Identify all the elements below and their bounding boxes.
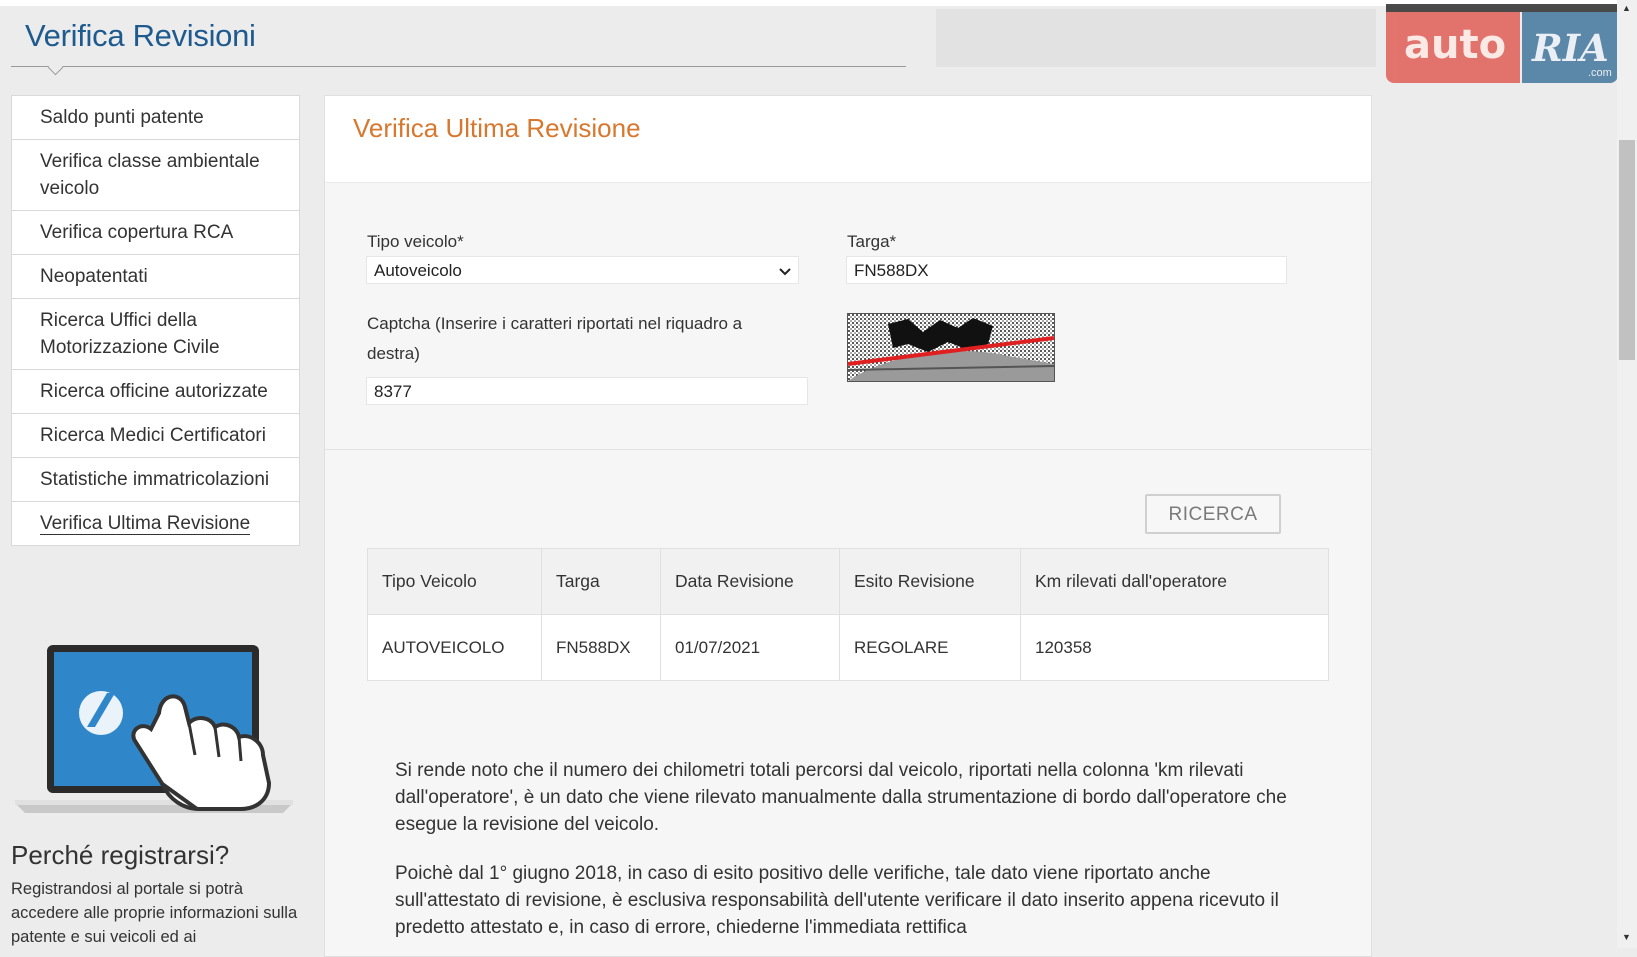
cell-targa: FN588DX [541,614,661,681]
sidebar-menu: Saldo punti patente Verifica classe ambi… [11,95,300,546]
site-title: Verifica Revisioni [25,18,256,53]
attestato-note-paragraph: Poichè dal 1° giugno 2018, in caso di es… [395,863,1279,938]
page-title: Verifica Ultima Revisione [353,113,641,143]
sidebar: Saldo punti patente Verifica classe ambi… [11,95,300,946]
watermark-right-text: RIA [1532,26,1609,70]
sidebar-item-label: Verifica copertura RCA [40,222,234,243]
sidebar-item-medici[interactable]: Ricerca Medici Certificatori [12,414,299,458]
sidebar-item-label: Statistiche immatricolazioni [40,469,270,490]
main-panel: Verifica Ultima Revisione Tipo veicolo* … [324,95,1372,957]
sidebar-item-saldo-punti[interactable]: Saldo punti patente [12,96,299,140]
targa-value: FN588DX [854,261,929,280]
laptop-hand-illustration [15,645,293,813]
sidebar-item-neopatentati[interactable]: Neopatentati [12,255,299,299]
sidebar-item-label: Ricerca officine autorizzate [40,381,268,402]
sidebar-item-copertura-rca[interactable]: Verifica copertura RCA [12,211,299,255]
watermark-suffix: .com [1588,67,1612,79]
sidebar-item-ultima-revisione[interactable]: Verifica Ultima Revisione [12,502,299,545]
watermark-left: auto [1386,12,1520,83]
targa-label: Targa* [847,232,897,251]
form-divider [325,449,1371,450]
title-notch [47,59,64,76]
captcha-image [847,313,1055,382]
cell-esito-revisione: REGOLARE [839,614,1021,681]
watermark-logo: auto RIA .com [1386,4,1618,83]
table-row: AUTOVEICOLO FN588DX 01/07/2021 REGOLARE … [367,614,1329,681]
scroll-down-arrow-icon[interactable]: ▼ [1622,932,1631,942]
page-header: Verifica Revisioni [0,0,920,92]
table-header-row: Tipo Veicolo Targa Data Revisione Esito … [367,548,1329,615]
main-header: Verifica Ultima Revisione [325,96,1371,183]
results-table: Tipo Veicolo Targa Data Revisione Esito … [367,548,1329,681]
captcha-value: 8377 [374,382,412,401]
col-tipo-veicolo: Tipo Veicolo [367,548,542,615]
sidebar-item-label: Saldo punti patente [40,107,204,128]
scroll-up-arrow-icon[interactable]: ▲ [1622,3,1631,13]
watermark-bar [1386,4,1618,12]
captcha-label: Captcha (Inserire i caratteri riportati … [367,314,743,363]
tipo-veicolo-label: Tipo veicolo* [367,232,464,251]
watermark-left-text: auto [1404,22,1507,68]
chevron-down-icon [779,268,791,276]
sidebar-item-classe-ambientale[interactable]: Verifica classe ambientale veicolo [12,140,299,211]
why-register-title: Perché registrarsi? [11,840,230,870]
col-km-rilevati: Km rilevati dall'operatore [1020,548,1329,615]
search-button[interactable]: RICERCA [1145,494,1281,534]
banner-placeholder [936,9,1376,67]
sidebar-item-label: Verifica Ultima Revisione [40,513,251,535]
targa-input[interactable]: FN588DX [846,256,1287,284]
sidebar-item-uffici-motorizzazione[interactable]: Ricerca Uffici della Motorizzazione Civi… [12,299,299,370]
sidebar-item-statistiche[interactable]: Statistiche immatricolazioni [12,458,299,502]
cell-tipo-veicolo: AUTOVEICOLO [367,614,542,681]
sidebar-item-officine[interactable]: Ricerca officine autorizzate [12,370,299,414]
why-register-text: Registrandosi al portale si potrà accede… [11,880,298,946]
watermark-right: RIA .com [1522,12,1618,83]
cell-data-revisione: 01/07/2021 [660,614,840,681]
sidebar-item-label: Ricerca Medici Certificatori [40,425,266,446]
sidebar-item-label: Ricerca Uffici della Motorizzazione Civi… [40,310,220,358]
col-targa: Targa [541,548,661,615]
sidebar-item-label: Neopatentati [40,266,148,287]
km-note-paragraph: Si rende noto che il numero dei chilomet… [395,760,1287,835]
tipo-veicolo-select[interactable]: Autoveicolo [366,256,799,284]
sidebar-item-label: Verifica classe ambientale veicolo [40,151,260,199]
col-data-revisione: Data Revisione [660,548,840,615]
captcha-input[interactable]: 8377 [366,377,808,405]
cell-km-rilevati: 120358 [1020,614,1329,681]
col-esito-revisione: Esito Revisione [839,548,1021,615]
title-divider [11,66,906,67]
scrollbar-thumb[interactable] [1619,140,1635,360]
tipo-veicolo-value: Autoveicolo [374,261,462,280]
